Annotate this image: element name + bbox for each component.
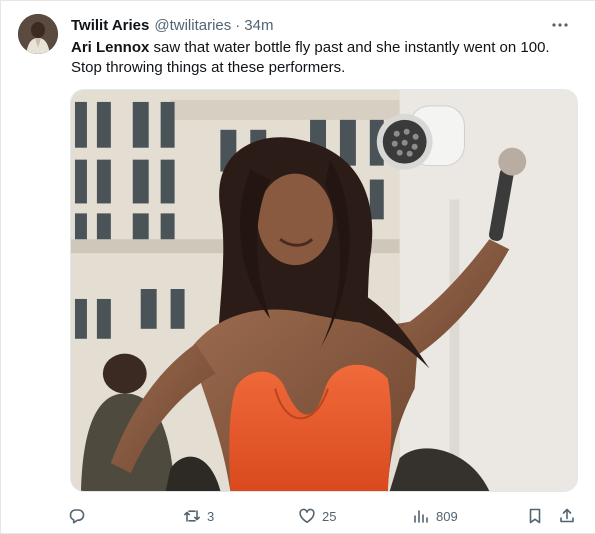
- share-button[interactable]: [558, 503, 576, 529]
- more-options-icon[interactable]: [549, 16, 571, 34]
- tweet-card: Twilit Aries @twilitaries · 34m Ari Lenn…: [0, 0, 595, 534]
- tweet-body-line-2: Stop throwing things at these performers…: [71, 59, 346, 76]
- tweet-text-line-1: Ari Lennox saw that water bottle fly pas…: [71, 38, 576, 58]
- views-button[interactable]: 809: [412, 503, 458, 529]
- retweet-icon: [183, 507, 201, 525]
- avatar-image: [18, 14, 58, 54]
- author-handle[interactable]: @twilitaries: [154, 17, 231, 34]
- tweet-media-photo[interactable]: [70, 89, 578, 492]
- views-count: 809: [436, 508, 458, 524]
- tweet-header: Twilit Aries @twilitaries · 34m: [71, 15, 575, 35]
- performer-photo: [71, 90, 577, 491]
- views-chart-icon: [412, 507, 430, 525]
- avatar[interactable]: [18, 14, 58, 54]
- heart-icon: [298, 507, 316, 525]
- like-count: 25: [322, 508, 337, 524]
- share-icon: [558, 507, 576, 525]
- tweet-body-line-1: saw that water bottle fly past and she i…: [149, 39, 550, 56]
- retweet-count: 3: [207, 508, 215, 524]
- reply-icon: [68, 507, 86, 525]
- retweet-button[interactable]: 3: [183, 503, 214, 529]
- tweet-timestamp[interactable]: 34m: [244, 17, 273, 34]
- author-display-name[interactable]: Twilit Aries: [71, 17, 149, 34]
- reply-button[interactable]: [68, 503, 86, 529]
- mentioned-name: Ari Lennox: [71, 39, 150, 56]
- tweet-actions-bar: 3 25 809: [1, 503, 595, 529]
- bookmark-icon: [526, 507, 544, 525]
- header-separator: ·: [235, 16, 241, 34]
- like-button[interactable]: 25: [298, 503, 336, 529]
- bookmark-button[interactable]: [526, 503, 544, 529]
- tweet-text: Ari Lennox saw that water bottle fly pas…: [71, 38, 576, 78]
